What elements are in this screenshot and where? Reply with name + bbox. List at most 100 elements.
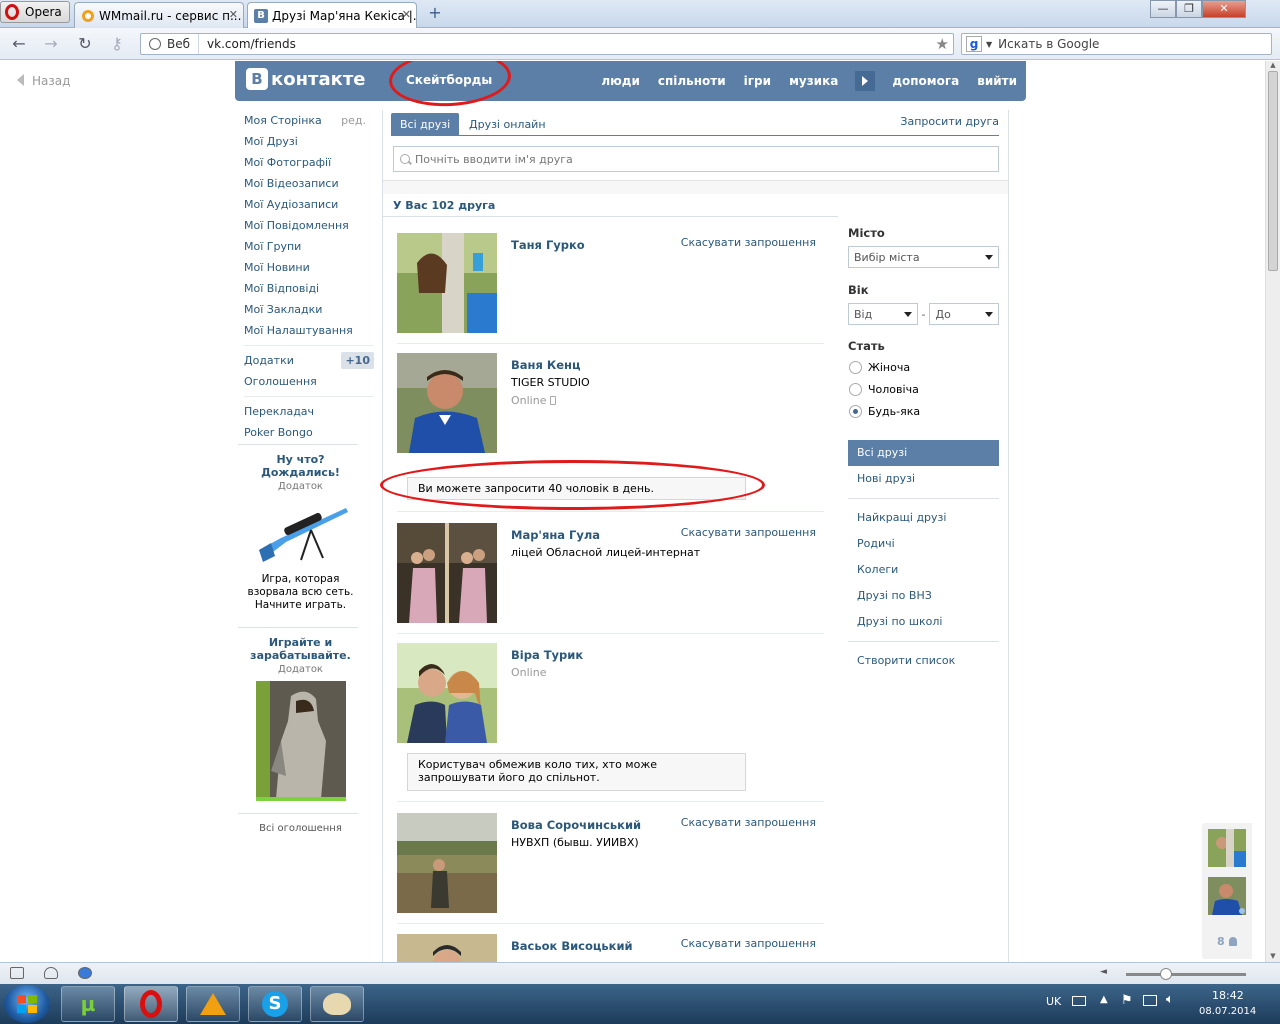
sidebar-item-videos[interactable]: Мої Відеозаписи xyxy=(244,173,374,194)
clock-date[interactable]: 08.07.2014 xyxy=(1199,1006,1256,1017)
create-list-link[interactable]: Створити список xyxy=(848,648,999,674)
scroll-down-icon[interactable]: ▼ xyxy=(1266,952,1280,962)
sidebar-item-apps[interactable]: Додатки +10 xyxy=(244,350,374,371)
sidebar-item-groups[interactable]: Мої Групи xyxy=(244,236,374,257)
sidebar-item-news[interactable]: Мої Новини xyxy=(244,257,374,278)
age-from-select[interactable]: Від xyxy=(848,303,918,325)
minimize-icon[interactable]: — xyxy=(1150,0,1176,18)
sidebar-item-settings[interactable]: Мої Налаштування xyxy=(244,320,374,341)
sidebar-item-poker-bongo[interactable]: Poker Bongo xyxy=(244,422,374,443)
sidebar-item-photos[interactable]: Мої Фотографії xyxy=(244,152,374,173)
browser-tab-wmmail[interactable]: WMmail.ru - сервис п... ✕ xyxy=(74,2,244,28)
flag-icon[interactable]: ⚑ xyxy=(1121,993,1133,1008)
reload-icon[interactable]: ↻ xyxy=(74,34,96,54)
sidebar-item-replies[interactable]: Мої Відповіді xyxy=(244,278,374,299)
ad-title[interactable]: Играйте и зарабатывайте. xyxy=(244,636,357,662)
play-icon[interactable] xyxy=(855,71,876,91)
restore-icon[interactable]: ❐ xyxy=(1176,0,1202,18)
chat-avatar[interactable] xyxy=(1208,829,1246,867)
opera-menu-button[interactable]: Opera xyxy=(0,1,70,23)
friend-name[interactable]: Таня Гурко xyxy=(511,238,585,252)
tray-chevron-icon[interactable]: ▲ xyxy=(1100,994,1108,1005)
friend-avatar[interactable] xyxy=(397,523,497,623)
close-tab-icon[interactable]: ✕ xyxy=(229,8,238,21)
tab-friends-online[interactable]: Друзі онлайн xyxy=(460,113,555,136)
vk-logo[interactable]: В контакте xyxy=(246,68,365,90)
key-icon[interactable]: ⚷ xyxy=(106,34,128,54)
friend-avatar[interactable] xyxy=(397,934,497,962)
friend-avatar[interactable] xyxy=(397,353,497,453)
sniper-rifle-image[interactable] xyxy=(251,498,351,566)
game-warrior-image[interactable] xyxy=(255,681,346,801)
zoom-slider-knob[interactable] xyxy=(1160,968,1172,980)
clock-time[interactable]: 18:42 xyxy=(1212,989,1244,1002)
nav-help[interactable]: допомога xyxy=(883,74,968,88)
list-colleagues[interactable]: Колеги xyxy=(848,557,999,583)
volume-icon[interactable]: 🔈︎ xyxy=(1166,992,1174,1007)
friend-name[interactable]: Васьок Висоцький xyxy=(511,939,633,953)
new-tab-icon[interactable]: + xyxy=(426,4,444,22)
cancel-invite-link[interactable]: Скасувати запрошення xyxy=(681,526,816,539)
friend-avatar[interactable] xyxy=(397,233,497,333)
start-button[interactable] xyxy=(4,985,50,1023)
opera-taskbar-icon[interactable] xyxy=(124,986,178,1022)
list-university-friends[interactable]: Друзі по ВНЗ xyxy=(848,583,999,609)
ad-block-game[interactable]: Ну что? Дождались! Додаток Игра, которая… xyxy=(244,453,357,612)
friend-search-input[interactable]: Почніть вводити ім'я друга xyxy=(393,146,999,172)
nav-games[interactable]: ігри xyxy=(735,74,780,88)
scroll-up-icon[interactable]: ▲ xyxy=(1266,61,1280,71)
invite-friend-link[interactable]: Запросити друга xyxy=(900,115,999,128)
sidebar-item-ads[interactable]: Оголошення xyxy=(244,371,374,392)
aimp-taskbar-icon[interactable] xyxy=(186,986,240,1022)
cancel-invite-link[interactable]: Скасувати запрошення xyxy=(681,937,816,950)
language-indicator[interactable]: UK xyxy=(1046,995,1061,1008)
list-all-friends[interactable]: Всі друзі xyxy=(848,440,999,466)
friend-name[interactable]: Ваня Кенц xyxy=(511,358,581,372)
skype-taskbar-icon[interactable]: S xyxy=(248,986,302,1022)
close-tab-icon[interactable]: ✕ xyxy=(402,8,411,21)
age-to-select[interactable]: До xyxy=(929,303,999,325)
sidebar-item-friends[interactable]: Мої Друзі xyxy=(244,131,374,152)
list-best-friends[interactable]: Найкращі друзі xyxy=(848,505,999,531)
back-link[interactable]: Назад xyxy=(17,74,70,88)
ad-title[interactable]: Ну что? Дождались! xyxy=(244,453,357,479)
sex-radio-female[interactable]: Жіноча xyxy=(848,356,999,378)
sidebar-item-bookmarks[interactable]: Мої Закладки xyxy=(244,299,374,320)
nav-logout[interactable]: вийти xyxy=(968,74,1026,88)
tab-all-friends[interactable]: Всі друзі xyxy=(391,113,460,136)
close-window-icon[interactable]: ✕ xyxy=(1202,0,1246,18)
friend-name[interactable]: Віра Турик xyxy=(511,648,583,662)
radio-button-checked[interactable] xyxy=(849,404,862,418)
sidebar-item-my-page[interactable]: Моя Сторінка ред. xyxy=(244,110,374,131)
friend-avatar[interactable] xyxy=(397,643,497,743)
chat-avatar[interactable] xyxy=(1208,877,1246,915)
friend-name[interactable]: Мар'яна Гула xyxy=(511,528,600,542)
zoom-out-icon[interactable]: ◄ xyxy=(1100,967,1107,977)
speed-icon[interactable] xyxy=(78,967,92,979)
cancel-invite-link[interactable]: Скасувати запрошення xyxy=(681,816,816,829)
cloud-icon[interactable] xyxy=(44,967,58,979)
forward-arrow-icon[interactable]: → xyxy=(40,34,62,54)
back-arrow-icon[interactable]: ← xyxy=(8,34,30,54)
radio-button[interactable] xyxy=(849,382,862,396)
all-ads-link[interactable]: Всі оголошення xyxy=(244,821,357,834)
utorrent-taskbar-icon[interactable]: µ xyxy=(61,986,115,1022)
ad-block-earn[interactable]: Играйте и зарабатывайте. Додаток xyxy=(244,636,357,804)
list-relatives[interactable]: Родичі xyxy=(848,531,999,557)
friend-avatar[interactable] xyxy=(397,813,497,913)
google-icon[interactable]: g xyxy=(966,36,982,52)
network-icon[interactable] xyxy=(1143,995,1157,1006)
edit-link[interactable]: ред. xyxy=(341,110,366,131)
sidebar-item-messages[interactable]: Мої Повідомлення xyxy=(244,215,374,236)
sex-radio-male[interactable]: Чоловіча xyxy=(848,378,999,400)
nav-people[interactable]: люди xyxy=(592,74,649,88)
sidebar-item-audio[interactable]: Мої Аудіозаписи xyxy=(244,194,374,215)
paint-taskbar-icon[interactable] xyxy=(310,986,364,1022)
keyboard-icon[interactable] xyxy=(1072,996,1086,1006)
scrollbar-thumb[interactable] xyxy=(1268,71,1278,271)
browser-tab-vk[interactable]: В Друзі Мар'яна Кекіса |... ✕ xyxy=(247,2,417,28)
nav-communities[interactable]: спільноти xyxy=(649,74,735,88)
nav-music[interactable]: музика xyxy=(780,74,847,88)
search-engine-field[interactable]: g ▼ Искать в Google xyxy=(961,33,1272,55)
friend-name[interactable]: Вова Сорочинський xyxy=(511,818,641,832)
